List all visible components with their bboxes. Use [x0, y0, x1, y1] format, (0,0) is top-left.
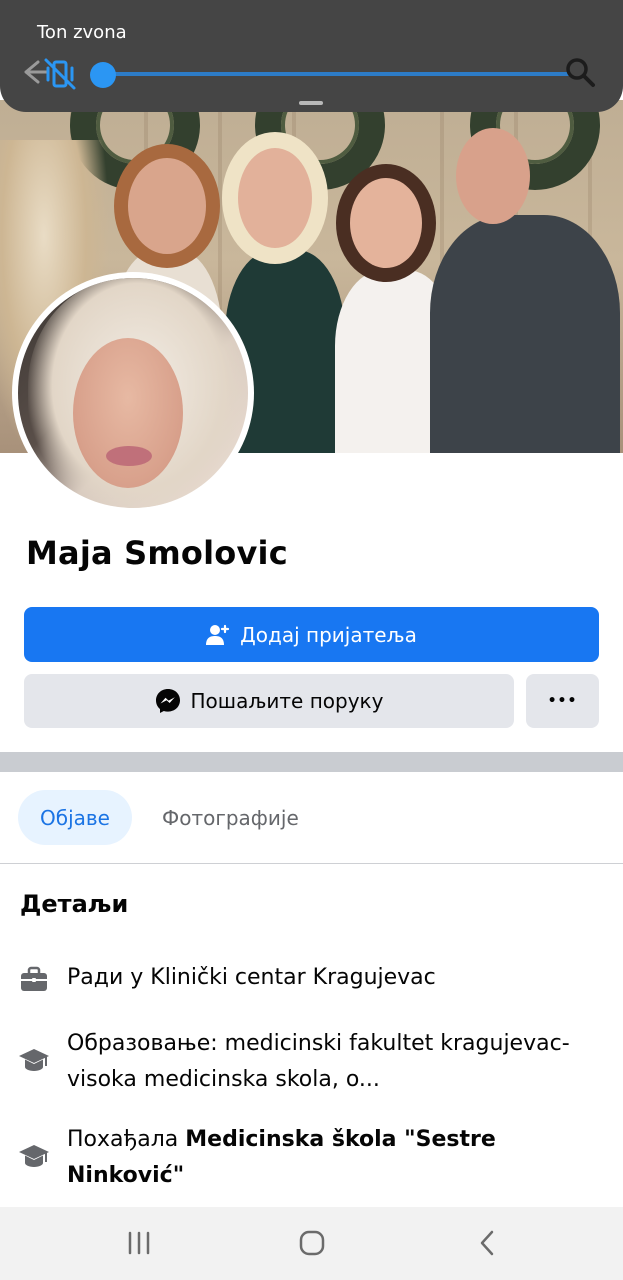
detail-work-prefix: Ради у — [67, 965, 144, 990]
section-divider — [0, 752, 623, 772]
briefcase-icon — [21, 966, 47, 991]
back-icon[interactable] — [470, 1225, 506, 1261]
vibrate-mute-icon[interactable] — [42, 56, 78, 92]
person-head — [128, 158, 206, 254]
person-figure — [430, 215, 620, 453]
detail-work: Ради у Klinički centar Kragujevac — [18, 960, 587, 996]
search-icon[interactable] — [562, 54, 598, 90]
detail-school-prefix: Похађала — [67, 1127, 179, 1152]
person-head — [238, 148, 312, 248]
volume-panel: Ton zvona — [0, 0, 623, 112]
detail-work-text: Ради у Klinički centar Kragujevac — [67, 960, 587, 996]
more-icon: ••• — [547, 693, 578, 709]
avatar-lips — [106, 446, 152, 466]
detail-education: Образовање: medicinski fakultet kragujev… — [18, 1026, 587, 1098]
add-friend-label: Додај пријатеља — [240, 622, 417, 647]
graduation-cap-icon — [19, 1145, 49, 1167]
details-heading: Детаљи — [20, 890, 129, 918]
recents-icon[interactable] — [121, 1225, 157, 1261]
detail-school: Похађала Medicinska škola "Sestre Ninkov… — [18, 1122, 587, 1194]
message-label: Пошаљите поруку — [190, 689, 384, 713]
person-head — [456, 128, 530, 224]
volume-slider-thumb[interactable] — [90, 62, 116, 88]
volume-panel-title: Ton zvona — [37, 22, 127, 43]
detail-education-text[interactable]: Образовање: medicinski fakultet kragujev… — [67, 1026, 587, 1098]
person-add-icon — [206, 624, 230, 645]
profile-avatar[interactable] — [12, 272, 254, 514]
message-button[interactable]: Пошаљите поруку — [24, 674, 514, 728]
system-nav-bar — [0, 1207, 623, 1280]
messenger-icon — [155, 689, 180, 713]
tab-posts[interactable]: Објаве — [18, 790, 132, 845]
person-head — [350, 178, 422, 268]
tabs-separator — [0, 863, 623, 864]
detail-work-value[interactable]: Klinički centar Kragujevac — [150, 965, 435, 990]
volume-slider-track[interactable] — [100, 72, 570, 76]
profile-name: Maja Smolovic — [26, 534, 288, 572]
home-icon[interactable] — [294, 1225, 330, 1261]
detail-school-text: Похађала Medicinska škola "Sestre Ninkov… — [67, 1122, 587, 1194]
graduation-cap-icon — [19, 1049, 49, 1071]
drag-handle[interactable] — [299, 101, 323, 105]
tab-photos[interactable]: Фотографије — [162, 790, 299, 845]
avatar-photo — [18, 278, 248, 508]
more-options-button[interactable]: ••• — [526, 674, 599, 728]
add-friend-button[interactable]: Додај пријатеља — [24, 607, 599, 662]
